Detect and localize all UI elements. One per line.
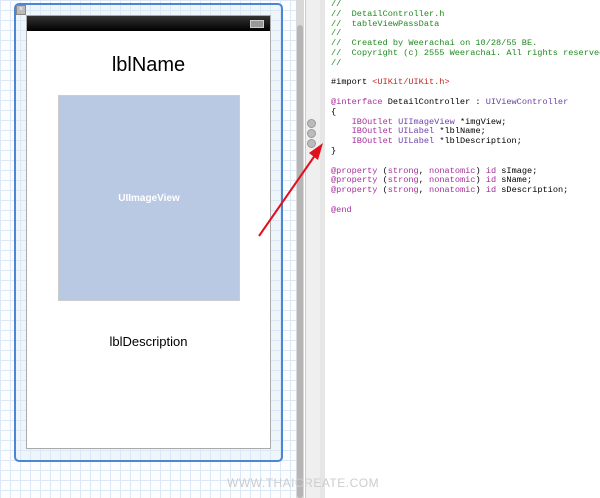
arrow-line bbox=[258, 150, 319, 237]
arrow-overlay bbox=[258, 143, 323, 237]
arrow-head-icon bbox=[309, 143, 323, 160]
watermark: WWW.THAICREATE.COM bbox=[227, 476, 380, 490]
